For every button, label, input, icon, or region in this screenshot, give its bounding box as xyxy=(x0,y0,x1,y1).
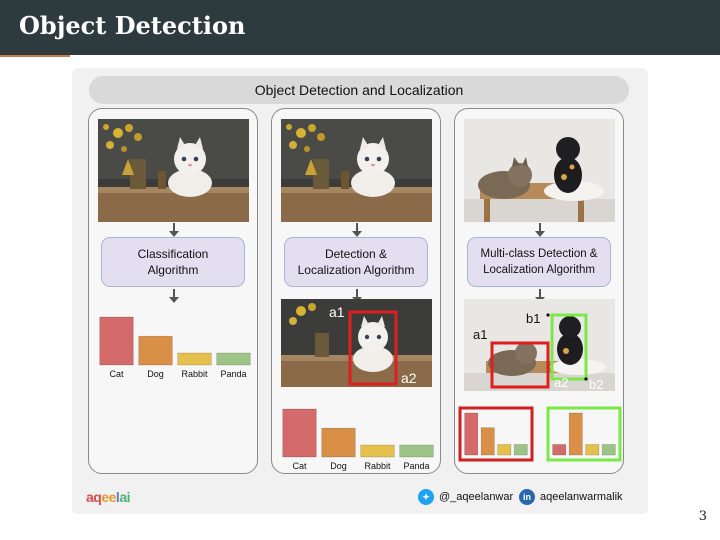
twitter-handle-text: @_aqeelanwar xyxy=(439,491,514,503)
tick-label: Dog xyxy=(330,461,347,471)
flow-arrow xyxy=(535,223,545,237)
logo-part: aq xyxy=(86,489,102,505)
twitter-handle[interactable]: ✦ @_aqeelanwar xyxy=(418,488,513,506)
box-label-a2: a2 xyxy=(554,375,569,390)
slide-title: Object Detection xyxy=(19,11,246,40)
bar-dog xyxy=(138,335,173,366)
algorithm-label-line: Detection & xyxy=(324,247,388,261)
twitter-icon: ✦ xyxy=(418,489,434,505)
box-label-b2: b2 xyxy=(589,377,603,391)
title-bar: Object Detection xyxy=(0,0,720,55)
tick-label: Rabbit xyxy=(181,369,208,379)
algorithm-label-line: Algorithm xyxy=(147,263,199,277)
logo-part: ai xyxy=(119,489,130,505)
box-label-b1: b1 xyxy=(526,311,540,326)
flow-arrow xyxy=(352,223,362,237)
bar-2 xyxy=(497,444,512,456)
tick-label: Cat xyxy=(292,461,307,471)
bar-0 xyxy=(464,412,479,456)
classification-panel: Classification Algorithm Cat Dog Rabbit Pan… xyxy=(88,108,258,474)
algorithm-label-line: Localization Algorithm xyxy=(297,263,415,277)
figure-banner-text: Object Detection and Localization xyxy=(254,82,464,98)
bar-1 xyxy=(568,412,583,456)
kitten-detection-photo: a1 a2 xyxy=(281,299,432,387)
bar-rabbit xyxy=(360,444,395,458)
detection-panel: Detection & Localization Algorithm a1 a2 xyxy=(271,108,441,474)
bar-3 xyxy=(513,444,528,456)
detection-algorithm-box: Detection & Localization Algorithm xyxy=(284,237,428,287)
dog-box-class-chart xyxy=(546,406,622,462)
algorithm-label-line: Classification xyxy=(137,247,209,261)
tick-label: Cat xyxy=(109,369,124,379)
bar-cat xyxy=(99,316,134,366)
figure-banner: Object Detection and Localization xyxy=(89,76,629,104)
brand-logo: aqeelai xyxy=(86,489,130,505)
linkedin-handle-text: aqeelanwarmalik xyxy=(540,491,623,503)
multiclass-panel: Multi-class Detection & Localization Alg… xyxy=(454,108,624,474)
bar-rabbit xyxy=(177,352,212,366)
multiclass-algorithm-box: Multi-class Detection & Localization Alg… xyxy=(467,237,611,287)
tick-label: Panda xyxy=(403,461,429,471)
cat-and-pug-photo xyxy=(464,119,615,222)
algorithm-label-line: Localization Algorithm xyxy=(483,264,595,276)
flow-arrow xyxy=(169,289,179,303)
logo-part: ee xyxy=(101,489,116,505)
box-label-a2: a2 xyxy=(401,370,417,386)
flow-arrow xyxy=(169,223,179,237)
bar-dog xyxy=(321,427,356,458)
page-number: 3 xyxy=(698,509,707,524)
box-label-a1: a1 xyxy=(329,304,345,320)
figure-footer: aqeelai ✦ @_aqeelanwar in aqeelanwarmali… xyxy=(86,486,634,508)
kitten-photo xyxy=(98,119,249,222)
detection-figure: Object Detection and Localization Classi… xyxy=(72,68,648,514)
cat-box-class-chart xyxy=(458,406,534,462)
multiclass-detection-photo: a1 b1 b2 xyxy=(464,299,615,391)
bar-3 xyxy=(601,444,616,456)
linkedin-handle[interactable]: in aqeelanwarmalik xyxy=(519,488,623,506)
bar-panda xyxy=(399,444,434,458)
kitten-photo xyxy=(281,119,432,222)
class-probability-chart: Cat Dog Rabbit Panda xyxy=(280,407,436,473)
bar-2 xyxy=(585,444,600,456)
bar-panda xyxy=(216,352,251,366)
linkedin-icon: in xyxy=(519,489,535,505)
bar-cat xyxy=(282,408,317,458)
tick-label: Dog xyxy=(147,369,164,379)
algorithm-label-line: Multi-class Detection & xyxy=(480,248,598,260)
bar-0 xyxy=(552,444,567,456)
class-probability-chart: Cat Dog Rabbit Panda xyxy=(97,315,253,381)
title-underline xyxy=(0,55,70,57)
box-label-a1: a1 xyxy=(473,327,487,342)
bar-1 xyxy=(480,427,495,456)
tick-label: Rabbit xyxy=(364,461,391,471)
classification-algorithm-box: Classification Algorithm xyxy=(101,237,245,287)
tick-label: Panda xyxy=(220,369,246,379)
